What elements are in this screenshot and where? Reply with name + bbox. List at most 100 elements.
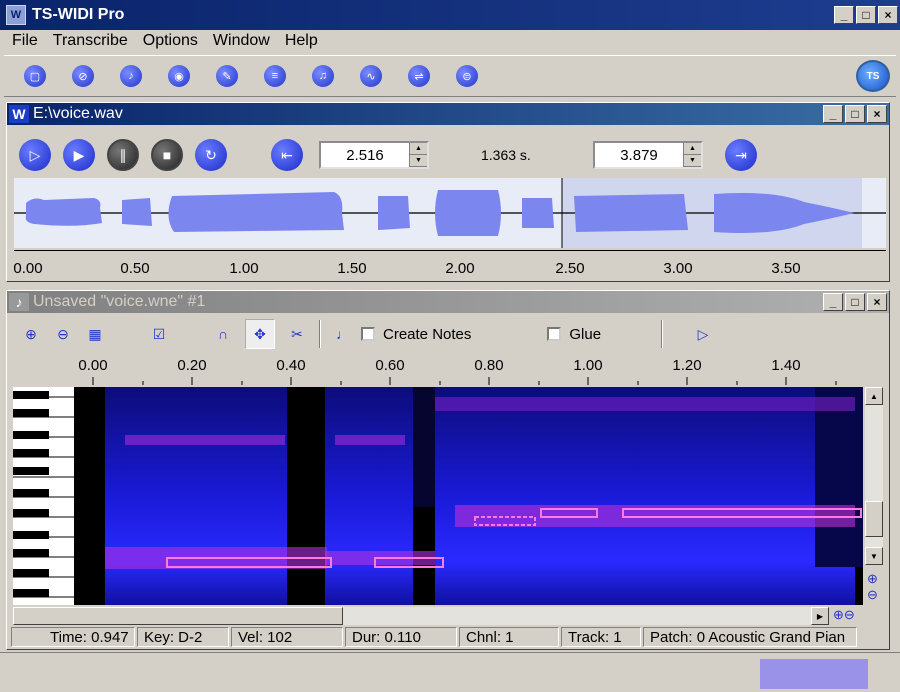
- go-start-icon[interactable]: ⇤: [271, 139, 303, 171]
- piano-roll-ruler: 0.00 0.20 0.40 0.60 0.80 1.00 1.20 1.40: [73, 355, 869, 385]
- status-dur: Dur: 0.110: [345, 627, 457, 647]
- spin-up-icon[interactable]: ▲: [684, 143, 701, 155]
- wne-minimize-button[interactable]: _: [823, 293, 843, 311]
- wne-window-title-bar[interactable]: ♪ Unsaved "voice.wne" #1 _ □ ×: [7, 291, 889, 313]
- status-patch: Patch: 0 Acoustic Grand Pian: [643, 627, 857, 647]
- cut-tool-icon[interactable]: ✂: [287, 324, 307, 344]
- menu-file[interactable]: File: [8, 32, 49, 50]
- wav-window-title: E:\voice.wav: [33, 105, 123, 122]
- ruler-ticks: [92, 377, 837, 385]
- open-icon[interactable]: ⊘: [72, 65, 94, 87]
- play-selection-icon[interactable]: ▷: [19, 139, 51, 171]
- vzoom-in-icon[interactable]: ⊕: [867, 571, 878, 587]
- horizontal-zoom-controls: ⊕⊖: [833, 607, 855, 623]
- glue-label: Glue: [569, 325, 602, 343]
- wne-close-button[interactable]: ×: [867, 293, 887, 311]
- horizontal-scrollbar[interactable]: ▶: [13, 607, 829, 625]
- status-time: Time: 0.947: [11, 627, 135, 647]
- checkbox-tool-icon[interactable]: ☑: [149, 324, 169, 344]
- spectrogram-view[interactable]: [75, 387, 863, 605]
- piano-keys-svg: [13, 391, 74, 598]
- pause-icon[interactable]: ∥: [107, 139, 139, 171]
- hzoom-in-icon[interactable]: ⊕: [833, 607, 844, 622]
- target-icon[interactable]: ◉: [168, 65, 190, 87]
- menu-options[interactable]: Options: [139, 32, 209, 50]
- selection-duration: 1.363 s.: [481, 147, 531, 163]
- status-chnl: Chnl: 1: [459, 627, 559, 647]
- menu-window[interactable]: Window: [209, 32, 281, 50]
- wav-tick-label: 1.50: [337, 260, 367, 277]
- vertical-zoom-controls: ⊕ ⊖: [867, 571, 878, 603]
- record-icon[interactable]: ♪: [120, 65, 142, 87]
- spin-up-icon[interactable]: ▲: [410, 143, 427, 155]
- wav-tick-label: 2.50: [555, 260, 585, 277]
- toolbar-separator: [661, 320, 664, 348]
- piano-roll-toolbar: ⊕ ⊖ ▦ ☑ ∩ ✥ ✂ ♩ Create Notes Glue ▷: [9, 317, 885, 351]
- play-icon[interactable]: ▷: [693, 324, 713, 344]
- status-key: Key: D-2: [137, 627, 229, 647]
- waveform-svg: [14, 178, 886, 248]
- spectrogram-svg: [75, 387, 863, 605]
- menu-help[interactable]: Help: [281, 32, 329, 50]
- zoom-out-icon[interactable]: ⊖: [53, 324, 73, 344]
- go-end-icon[interactable]: ⇥: [725, 139, 757, 171]
- spin-down-icon[interactable]: ▼: [410, 155, 427, 167]
- vertical-scrollbar[interactable]: ▲ ▼: [865, 387, 883, 565]
- wav-minimize-button[interactable]: _: [823, 105, 843, 123]
- vzoom-out-icon[interactable]: ⊖: [867, 587, 878, 603]
- loop-icon[interactable]: ↻: [195, 139, 227, 171]
- zoom-in-icon[interactable]: ⊕: [21, 324, 41, 344]
- settings-icon[interactable]: ⊜: [456, 65, 478, 87]
- waveform-view[interactable]: [14, 178, 886, 248]
- midi-icon[interactable]: ♫: [312, 65, 334, 87]
- end-time-value: 3.879: [620, 146, 658, 164]
- move-tool-icon[interactable]: ✥: [245, 319, 275, 349]
- end-time-spinner[interactable]: 3.879 ▲ ▼: [593, 141, 703, 169]
- glue-checkbox[interactable]: [547, 327, 562, 341]
- piano-roll-statusbar: Time: 0.947 Key: D-2 Vel: 102 Dur: 0.110…: [11, 627, 881, 649]
- new-icon[interactable]: ▢: [24, 65, 46, 87]
- grid-color-icon[interactable]: ▦: [85, 324, 105, 344]
- note-tool-icon[interactable]: ♩: [333, 324, 353, 344]
- start-time-spinner[interactable]: 2.516 ▲ ▼: [319, 141, 429, 169]
- create-notes-label: Create Notes: [383, 325, 472, 343]
- tune-icon[interactable]: ⇌: [408, 65, 430, 87]
- scroll-right-icon[interactable]: ▶: [811, 607, 829, 625]
- wav-close-button[interactable]: ×: [867, 105, 887, 123]
- menu-transcribe[interactable]: Transcribe: [49, 32, 139, 50]
- ruler-tick-label: 0.00: [78, 357, 108, 374]
- wav-window-title-bar[interactable]: W E:\voice.wav _ □ ×: [7, 103, 889, 125]
- close-button[interactable]: ×: [878, 6, 898, 24]
- scroll-down-icon[interactable]: ▼: [865, 547, 883, 565]
- piano-keyboard[interactable]: [13, 387, 75, 605]
- play-icon[interactable]: ▶: [63, 139, 95, 171]
- stop-icon[interactable]: ■: [151, 139, 183, 171]
- hzoom-out-icon[interactable]: ⊖: [844, 607, 855, 622]
- spin-down-icon[interactable]: ▼: [684, 155, 701, 167]
- headphones-icon[interactable]: ∩: [213, 324, 233, 344]
- scroll-thumb[interactable]: [865, 501, 883, 537]
- menu-bar: File Transcribe Options Window Help: [0, 30, 900, 52]
- create-notes-checkbox[interactable]: [361, 327, 375, 341]
- wne-maximize-button[interactable]: □: [845, 293, 865, 311]
- pen-icon[interactable]: ✎: [216, 65, 238, 87]
- wave-file-icon: W: [9, 105, 29, 123]
- list-icon[interactable]: ≡: [264, 65, 286, 87]
- wav-maximize-button[interactable]: □: [845, 105, 865, 123]
- ruler-tick-label: 0.80: [474, 357, 504, 374]
- ruler-tick-label: 1.40: [771, 357, 801, 374]
- scroll-up-icon[interactable]: ▲: [865, 387, 883, 405]
- maximize-button[interactable]: □: [856, 6, 876, 24]
- minimize-button[interactable]: _: [834, 6, 854, 24]
- globe-logo-icon[interactable]: TS: [856, 60, 890, 92]
- wav-tick-label: 1.00: [229, 260, 259, 277]
- wav-tick-label: 2.00: [445, 260, 475, 277]
- app-title-bar[interactable]: W TS-WIDI Pro _ □ ×: [0, 0, 900, 30]
- wave-icon[interactable]: ∿: [360, 65, 382, 87]
- ruler-tick-label: 0.20: [177, 357, 207, 374]
- wav-tick-label: 3.50: [771, 260, 801, 277]
- note-file-icon: ♪: [9, 293, 29, 311]
- toolbar-separator: [319, 320, 321, 348]
- hscroll-thumb[interactable]: [13, 607, 343, 625]
- wav-tick-label: 3.00: [663, 260, 693, 277]
